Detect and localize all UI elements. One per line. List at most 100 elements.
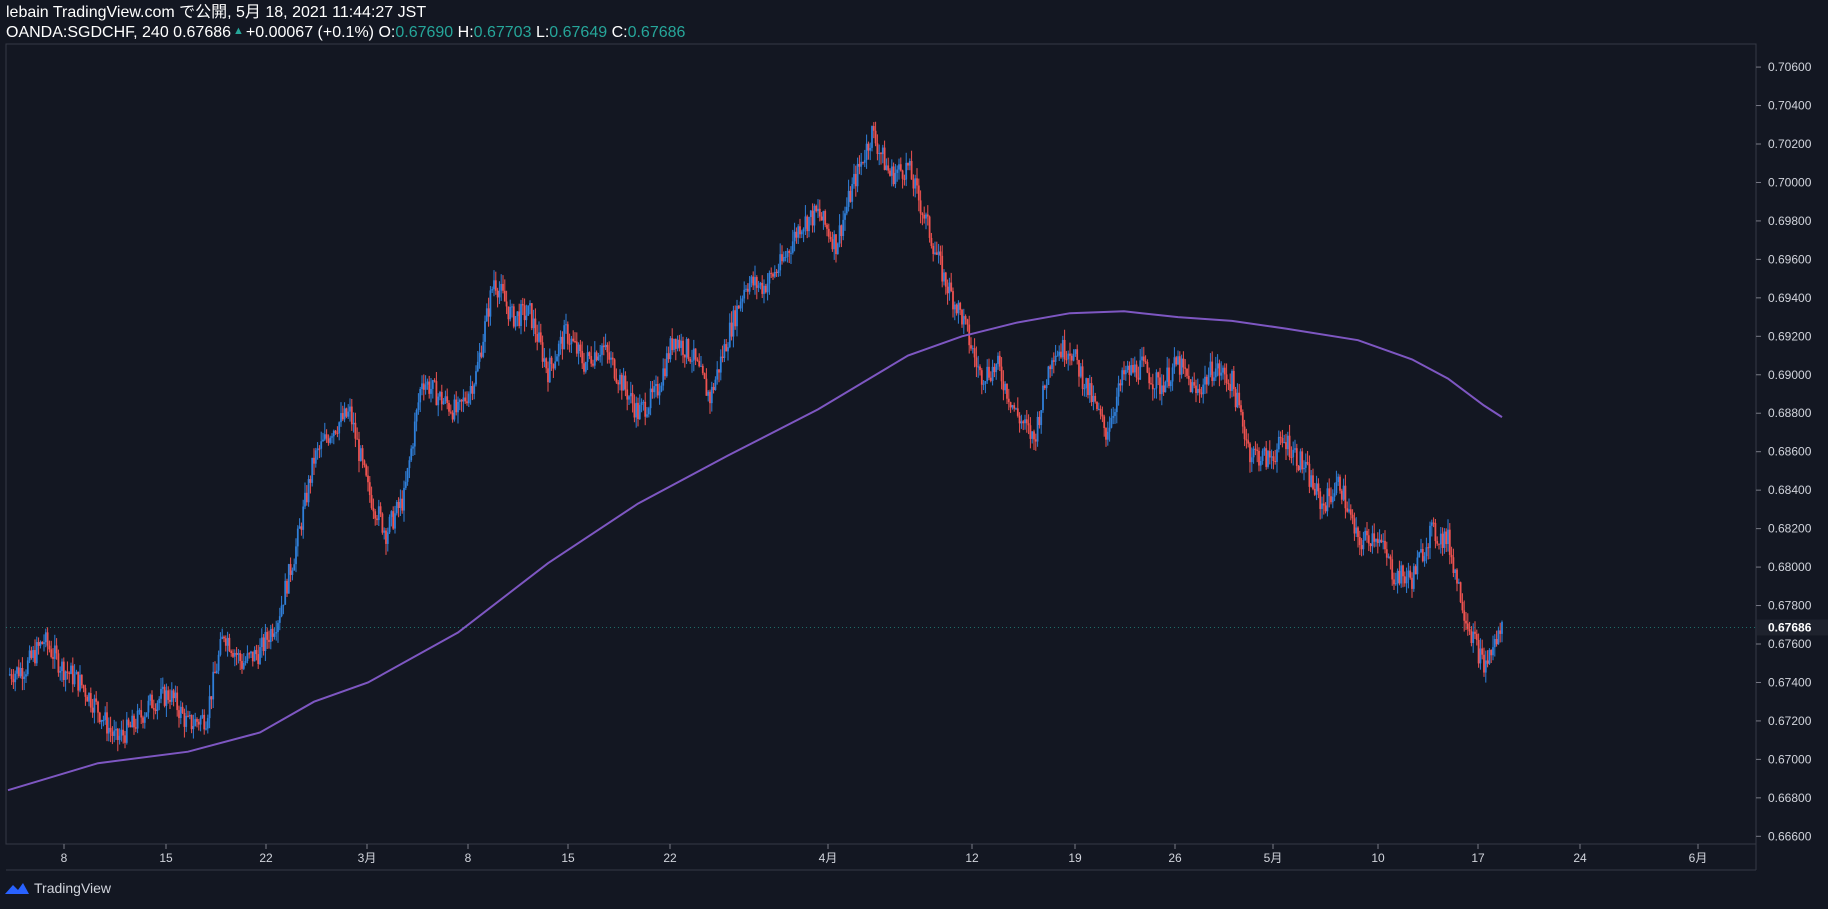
candle-body: [1252, 448, 1255, 458]
candle-body: [469, 385, 472, 394]
candle-body: [212, 671, 215, 700]
candle-body: [23, 676, 26, 679]
candle-body: [892, 166, 895, 185]
candle-body: [233, 652, 236, 657]
candle-body: [1394, 583, 1397, 585]
candle-body: [48, 645, 51, 650]
candle-body: [1052, 360, 1055, 362]
candle-body: [1222, 367, 1224, 373]
candle-body: [188, 715, 191, 717]
candle-body: [174, 692, 177, 699]
candle-body: [440, 391, 443, 405]
candle-body: [1061, 339, 1064, 358]
candle-body: [1146, 362, 1149, 373]
candle-body: [836, 243, 839, 255]
candle-body: [860, 161, 863, 167]
candle-body: [255, 649, 258, 655]
candle-body: [228, 637, 231, 652]
candle-body: [921, 213, 924, 216]
candle-body: [1117, 383, 1120, 397]
candle-body: [664, 368, 666, 377]
candle-body: [806, 216, 809, 232]
price-tick-label: 0.70200: [1768, 137, 1812, 151]
candle-body: [89, 693, 92, 708]
candle-body: [851, 184, 854, 202]
time-axis[interactable]: 8 15 22 3月 8 15 22 4月 12 19 26 5月 10 17 24 6月: [61, 844, 1708, 865]
candle-body: [232, 652, 234, 657]
candle-body: [993, 366, 996, 373]
candle-body: [1031, 431, 1034, 439]
candle-body: [592, 363, 594, 366]
candle-body: [219, 639, 222, 655]
candle-body: [1229, 384, 1232, 391]
candle-body: [401, 498, 404, 511]
candle-body: [1306, 461, 1309, 464]
candle-body: [1130, 364, 1133, 375]
price-chart[interactable]: 0.67686 0.70600 0.70400 0.70200 0.70000 0.69…: [0, 0, 1828, 909]
price-axis[interactable]: 0.70600 0.70400 0.70200 0.70000 0.69800 0.696…: [1756, 60, 1812, 843]
candle-body: [1283, 442, 1286, 444]
candle-body: [1295, 448, 1298, 466]
candle-body: [925, 214, 927, 219]
candle-body: [523, 305, 526, 321]
candle-body: [1132, 364, 1134, 373]
candle-body: [952, 291, 954, 310]
candle-body: [430, 388, 432, 394]
time-tick-label: 4月: [819, 851, 838, 865]
candle-body: [628, 396, 630, 400]
time-tick-label: 8: [465, 851, 472, 865]
candle-body: [777, 270, 780, 274]
candle-body: [309, 479, 312, 483]
candle-body: [449, 411, 452, 413]
candle-body: [824, 211, 827, 225]
candle-body: [505, 301, 508, 307]
candle-body: [964, 316, 967, 320]
candle-body: [1015, 408, 1017, 410]
candle-body: [975, 357, 978, 367]
candle-body: [1085, 378, 1088, 389]
candle-body: [365, 465, 368, 476]
price-tick-label: 0.69600: [1768, 252, 1812, 266]
candle-body: [1339, 476, 1341, 491]
candle-body: [1438, 543, 1440, 545]
candle-body: [327, 438, 330, 443]
candle-body: [383, 530, 386, 533]
candle-body: [1216, 363, 1219, 369]
candle-body: [1382, 540, 1385, 543]
candle-body: [1490, 649, 1493, 656]
candle-body: [1189, 379, 1192, 393]
candle-body: [761, 282, 764, 294]
candle-body: [984, 381, 987, 384]
candle-body: [1292, 449, 1295, 458]
candle-body: [1378, 539, 1381, 544]
candle-body: [1056, 355, 1059, 357]
candle-body: [419, 389, 422, 403]
candle-body: [115, 728, 117, 731]
time-tick-label: 3月: [358, 851, 377, 865]
candle-body: [547, 368, 549, 383]
candle-body: [129, 725, 132, 728]
candle-body: [1393, 579, 1395, 585]
price-tick-label: 0.68200: [1768, 522, 1812, 536]
candle-body: [1204, 376, 1206, 385]
candle-body: [982, 383, 985, 385]
time-tick-label: 17: [1471, 851, 1485, 865]
candle-body: [455, 399, 458, 413]
candle-body: [926, 214, 929, 217]
candle-body: [1493, 638, 1496, 648]
candle-body: [1173, 357, 1176, 368]
candle-body: [1162, 385, 1165, 393]
candle-body: [192, 725, 195, 730]
candle-body: [757, 285, 760, 288]
candle-body: [1205, 376, 1208, 385]
candle-body: [1414, 566, 1417, 575]
candle-body: [781, 254, 783, 262]
candle-body: [1202, 384, 1205, 395]
price-tick-label: 0.69400: [1768, 291, 1812, 305]
candle-body: [336, 432, 339, 434]
candle-body: [565, 324, 567, 326]
candle-body: [988, 366, 990, 378]
candle-body: [1058, 351, 1061, 356]
candle-body: [448, 402, 450, 412]
candle-body: [1454, 569, 1457, 574]
